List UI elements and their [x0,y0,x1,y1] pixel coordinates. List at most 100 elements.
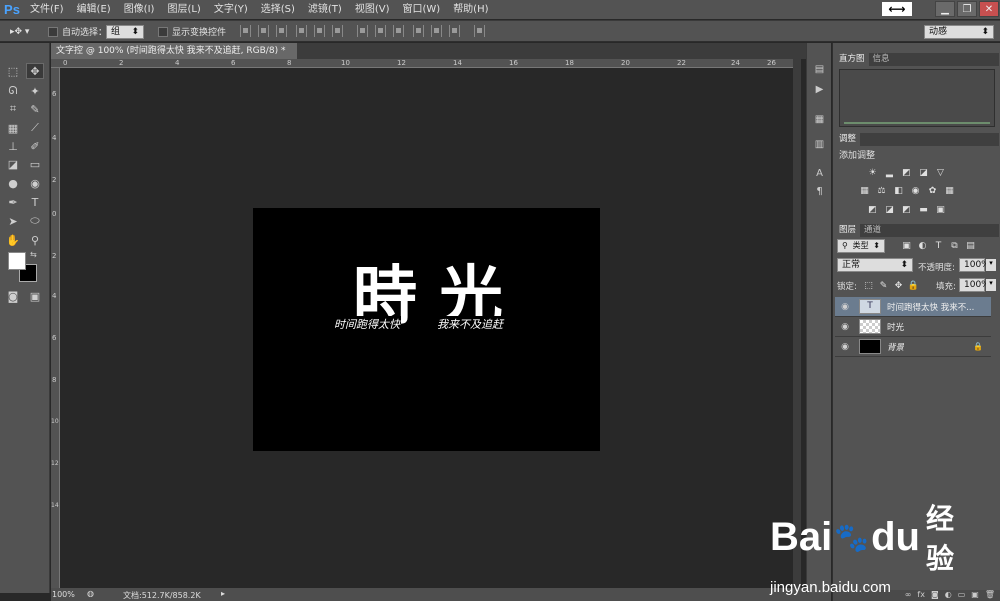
lock-position-icon[interactable]: ✥ [893,280,904,291]
opacity-slider-arrow-icon[interactable]: ▾ [986,259,996,271]
tab-channels[interactable]: 通道 [860,224,885,237]
menu-file[interactable]: 文件(F) [24,0,71,19]
color-lookup-icon[interactable]: ▦ [944,185,955,196]
menu-layer[interactable]: 图层(L) [161,0,207,19]
hue-saturation-icon[interactable]: ▦ [859,185,870,196]
zoom-tool-icon[interactable]: ⚲ [26,232,44,248]
filter-pixel-icon[interactable]: ▣ [901,240,912,251]
tab-layers[interactable]: 图层 [835,224,861,237]
color-balance-icon[interactable]: ⚖ [876,185,887,196]
menu-type[interactable]: 文字(Y) [208,0,255,19]
menu-select[interactable]: 选择(S) [255,0,302,19]
layer-row[interactable]: ◉ 时光 [835,317,991,337]
ellipse-tool-icon[interactable]: ⬭ [26,213,44,229]
menu-edit[interactable]: 编辑(E) [71,0,118,19]
blend-mode-dropdown[interactable]: 正常 ⬍ [837,258,913,272]
brightness-contrast-icon[interactable]: ☀ [867,167,878,178]
magic-wand-icon[interactable]: ✦ [26,83,44,99]
align-left-icon[interactable] [296,25,307,37]
eraser-tool-icon[interactable]: ◪ [4,156,22,172]
fill-slider-arrow-icon[interactable]: ▾ [986,279,996,291]
pen-tool-icon[interactable]: ✒ [4,194,22,210]
zoom-level[interactable]: 100% [52,590,75,599]
tab-histogram[interactable]: 直方图 [835,53,869,66]
auto-align-icon[interactable] [474,25,485,37]
swap-colors-icon[interactable]: ⇆ [30,250,37,259]
menu-filter[interactable]: 滤镜(T) [302,0,349,19]
distribute-left-icon[interactable] [413,25,424,37]
screen-mode-icon[interactable]: ▣ [26,288,44,304]
distribute-hcenter-icon[interactable] [431,25,442,37]
foreground-color-swatch[interactable] [8,252,26,270]
filter-shape-icon[interactable]: ⧉ [949,240,960,251]
posterize-icon[interactable]: ◪ [884,204,895,215]
selective-color-icon[interactable]: ▣ [935,204,946,215]
levels-icon[interactable]: ▂ [884,167,895,178]
lasso-tool-icon[interactable]: ᘏ [4,83,22,99]
opacity-input[interactable]: 100% [959,258,990,272]
visibility-eye-icon[interactable]: ◉ [838,322,852,332]
filter-type-icon[interactable]: T [933,240,944,251]
distribute-vcenter-icon[interactable] [375,25,386,37]
document-tab[interactable]: 文字控 @ 100% (时间跑得太快 我来不及追赶, RGB/8) * × [51,43,297,72]
lock-all-icon[interactable]: 🔒 [908,280,919,291]
marquee-tool-icon[interactable]: ⬚ [4,63,22,79]
history-brush-icon[interactable]: ✐ [26,138,44,154]
layer-row[interactable]: ◉ T 时间跑得太快 我来不... [835,297,991,317]
curves-icon[interactable]: ◩ [901,167,912,178]
layer-name[interactable]: 时间跑得太快 我来不... [887,301,974,313]
auto-select-checkbox[interactable] [48,26,58,37]
distribute-top-icon[interactable] [357,25,368,37]
filter-smart-object-icon[interactable]: ▤ [965,240,976,251]
invert-icon[interactable]: ◩ [867,204,878,215]
exposure-icon[interactable]: ◪ [918,167,929,178]
menu-image[interactable]: 图像(I) [118,0,162,19]
menu-window[interactable]: 窗口(W) [396,0,447,19]
align-vcenter-icon[interactable] [258,25,269,37]
distribute-right-icon[interactable] [449,25,460,37]
brush-tool-icon[interactable]: ⟋ [26,120,44,136]
layer-name[interactable]: 时光 [887,321,904,333]
eyedropper-icon[interactable]: ✎ [26,101,44,117]
quick-mask-icon[interactable]: ◙ [4,288,22,304]
close-button[interactable]: ✕ [979,1,999,17]
actions-panel-icon[interactable]: ▶ [813,83,826,95]
minimize-button[interactable]: ▁ [935,1,955,17]
show-transform-group[interactable]: 显示变换控件 [158,24,226,39]
restore-button[interactable]: ❐ [957,1,977,17]
align-right-icon[interactable] [332,25,343,37]
visibility-eye-icon[interactable]: ◉ [838,302,852,312]
character-panel-icon[interactable]: A [813,167,826,179]
workspace-dropdown[interactable]: 动感 ⬍ [924,24,994,39]
path-selection-icon[interactable]: ➤ [4,213,22,229]
photo-filter-icon[interactable]: ◉ [910,185,921,196]
delete-layer-icon[interactable]: 🗑 [985,590,995,601]
vibrance-icon[interactable]: ▽ [935,167,946,178]
channel-mixer-icon[interactable]: ✿ [927,185,938,196]
align-hcenter-icon[interactable] [314,25,325,37]
arrange-documents-icon[interactable]: ⟷ [882,2,912,16]
move-tool-icon[interactable]: ✥ [26,63,44,79]
lock-transparent-icon[interactable]: ⬚ [863,280,874,291]
tab-adjustments[interactable]: 调整 [835,133,861,146]
tab-info[interactable]: 信息 [869,53,894,66]
menu-help[interactable]: 帮助(H) [447,0,495,19]
type-tool-icon[interactable]: T [26,194,44,210]
layer-filter-dropdown[interactable]: ⚲ 类型 ⬍ [837,239,885,253]
dodge-tool-icon[interactable]: ◉ [26,175,44,191]
document-image[interactable]: 時 光 时间跑得太快 我来不及追赶 [253,208,600,451]
info-panel-icon[interactable]: ▥ [813,138,826,150]
blur-tool-icon[interactable]: ● [4,175,22,191]
hand-tool-icon[interactable]: ✋ [4,232,22,248]
lock-pixels-icon[interactable]: ✎ [878,280,889,291]
layer-row[interactable]: ◉ 背景 🔒 [835,337,991,357]
auto-select-dropdown[interactable]: 组 ⬍ [106,24,144,39]
fill-input[interactable]: 100% [959,278,990,292]
properties-panel-icon[interactable]: ▦ [813,113,826,125]
clone-stamp-icon[interactable]: ⊥ [4,138,22,154]
status-menu-arrow-icon[interactable]: ▸ [221,589,225,598]
align-top-icon[interactable] [240,25,251,37]
status-share-icon[interactable]: ◍ [87,589,94,598]
gradient-map-icon[interactable]: ▬ [918,204,929,215]
visibility-eye-icon[interactable]: ◉ [838,342,852,352]
